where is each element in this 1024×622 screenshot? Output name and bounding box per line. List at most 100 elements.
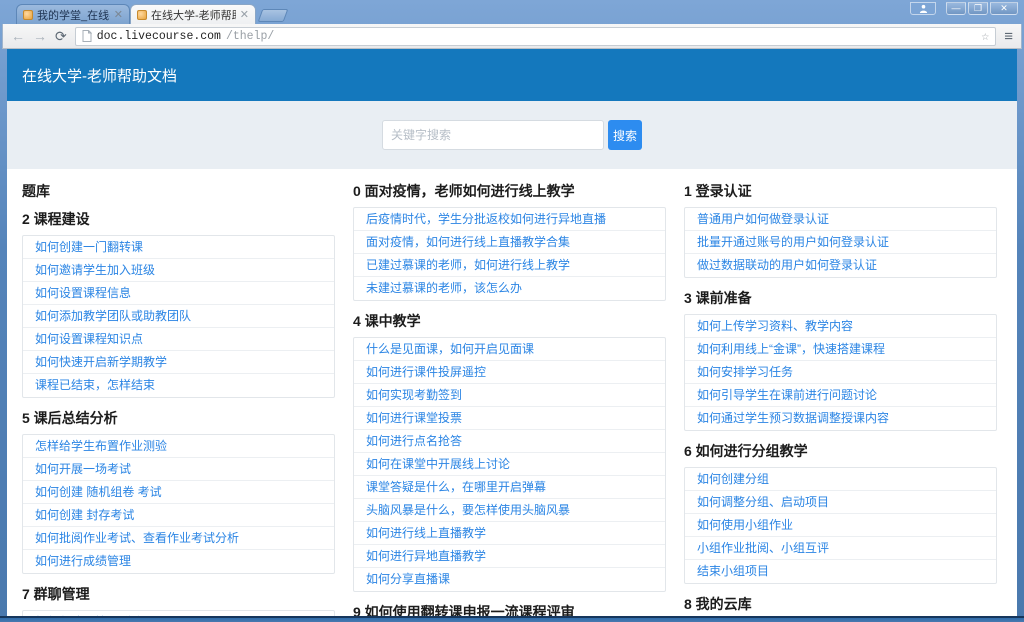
help-link-row[interactable]: 如何进行课件投屏遥控: [354, 361, 665, 384]
help-link[interactable]: 如何上传学习资料、教学内容: [697, 319, 853, 333]
help-link-row[interactable]: 已建过慕课的老师，如何进行线上教学: [354, 254, 665, 277]
help-link[interactable]: 已建过慕课的老师，如何进行线上教学: [366, 258, 570, 272]
help-link[interactable]: 如何调整分组、启动项目: [697, 495, 829, 509]
help-link[interactable]: 怎样给学生布置作业测验: [35, 439, 167, 453]
help-link[interactable]: 如何创建分组: [697, 472, 769, 486]
tab-close-icon[interactable]: ✕: [240, 10, 249, 20]
help-link[interactable]: 如何通过学生预习数据调整授课内容: [697, 411, 889, 425]
maximize-button[interactable]: ❐: [968, 2, 988, 15]
help-link[interactable]: 如何创建 随机组卷 考试: [35, 485, 162, 499]
help-link-row[interactable]: 如何调整分组、启动项目: [685, 491, 996, 514]
help-link[interactable]: 后疫情时代，学生分批返校如何进行异地直播: [366, 212, 606, 226]
help-link-row[interactable]: 未建过慕课的老师，该怎么办: [354, 277, 665, 300]
help-link-row[interactable]: 如何设置课程信息: [23, 282, 334, 305]
help-link-row[interactable]: 面对疫情，如何进行线上直播教学合集: [354, 231, 665, 254]
help-link-row[interactable]: 如何进行成绩管理: [23, 550, 334, 573]
help-link[interactable]: 普通用户如何做登录认证: [697, 212, 829, 226]
help-link[interactable]: 什么是见面课，如何开启见面课: [366, 342, 534, 356]
help-link[interactable]: 批量开通过账号的用户如何登录认证: [697, 235, 889, 249]
search-button[interactable]: 搜索: [608, 120, 642, 150]
help-link-row[interactable]: 如何设置课程知识点: [23, 328, 334, 351]
help-link-row[interactable]: 如何分享直播课: [354, 568, 665, 591]
help-link-row[interactable]: 什么是见面课，如何开启见面课: [354, 338, 665, 361]
help-link-row[interactable]: 如何快速开启新学期教学: [23, 351, 334, 374]
forward-icon[interactable]: →: [33, 29, 47, 43]
minimize-button[interactable]: —: [946, 2, 966, 15]
help-link[interactable]: 做过数据联动的用户如何登录认证: [697, 258, 877, 272]
help-link-row[interactable]: 如何进行异地直播教学: [354, 545, 665, 568]
search-input[interactable]: [382, 120, 604, 150]
help-link[interactable]: 如何引导学生在课前进行问题讨论: [697, 388, 877, 402]
help-link[interactable]: 如何实现考勤签到: [366, 388, 462, 402]
help-link[interactable]: 如何使用小组作业: [697, 518, 793, 532]
help-link-row[interactable]: 如何安排学习任务: [685, 361, 996, 384]
help-link-row[interactable]: 如何使用小组作业: [685, 514, 996, 537]
help-link-row[interactable]: 如何进行课堂投票: [354, 407, 665, 430]
help-link-row[interactable]: 如何在课堂中开展线上讨论: [354, 453, 665, 476]
help-link-row[interactable]: 结束小组项目: [685, 560, 996, 583]
search-section: 搜索: [7, 101, 1017, 169]
help-link-row[interactable]: 如何上传学习资料、教学内容: [685, 315, 996, 338]
help-link-row[interactable]: 课程已结束，怎样结束: [23, 374, 334, 397]
help-link-row[interactable]: 如何开展一场考试: [23, 458, 334, 481]
back-icon[interactable]: ←: [11, 29, 25, 43]
help-link[interactable]: 如何进行异地直播教学: [366, 549, 486, 563]
help-link-row[interactable]: 如何通过学生预习数据调整授课内容: [685, 407, 996, 430]
help-link[interactable]: 如何进行课堂投票: [366, 411, 462, 425]
help-link-row[interactable]: 如何创建分组: [685, 468, 996, 491]
new-tab-button[interactable]: [258, 9, 289, 22]
tab-my-classroom[interactable]: 我的学堂_在线学堂_智慧 ✕: [16, 4, 130, 24]
help-link[interactable]: 如何进行线上直播教学: [366, 526, 486, 540]
help-link[interactable]: 如何创建一门翻转课: [35, 240, 143, 254]
help-link[interactable]: 未建过慕课的老师，该怎么办: [366, 281, 522, 295]
help-link-row[interactable]: 如何批阅作业考试、查看作业考试分析: [23, 527, 334, 550]
help-link[interactable]: 如何进行成绩管理: [35, 554, 131, 568]
help-link[interactable]: 课堂答疑是什么，在哪里开启弹幕: [366, 480, 546, 494]
url-bar[interactable]: doc.livecourse.com/thelp/ ☆: [75, 27, 997, 46]
help-link[interactable]: 如何快速开启新学期教学: [35, 355, 167, 369]
help-link[interactable]: 如何分享直播课: [366, 572, 450, 586]
help-link[interactable]: 课程已结束，怎样结束: [35, 378, 155, 392]
help-link[interactable]: 如何在课堂中开展线上讨论: [366, 457, 510, 471]
help-link-row[interactable]: 批量开通过账号的用户如何登录认证: [685, 231, 996, 254]
help-link-row[interactable]: 如何利用线上“金课”，快速搭建课程: [685, 338, 996, 361]
help-link-row[interactable]: 如何引导学生在课前进行问题讨论: [685, 384, 996, 407]
help-link[interactable]: 面对疫情，如何进行线上直播教学合集: [366, 235, 570, 249]
help-link-row[interactable]: 做过数据联动的用户如何登录认证: [685, 254, 996, 277]
help-link[interactable]: 如何邀请学生加入班级: [35, 263, 155, 277]
help-link[interactable]: 如何设置课程知识点: [35, 332, 143, 346]
bookmark-star-icon[interactable]: ☆: [981, 30, 989, 43]
help-link[interactable]: 如何批阅作业考试、查看作业考试分析: [35, 531, 239, 545]
tab-close-icon[interactable]: ✕: [114, 10, 123, 20]
help-link[interactable]: 如何创建 封存考试: [35, 508, 134, 522]
help-link[interactable]: 头脑风暴是什么，要怎样使用头脑风暴: [366, 503, 570, 517]
help-link-row[interactable]: 头脑风暴是什么，要怎样使用头脑风暴: [354, 499, 665, 522]
help-link[interactable]: 结束小组项目: [697, 564, 769, 578]
menu-icon[interactable]: ≡: [1004, 29, 1013, 44]
help-link-row[interactable]: 如何进行点名抢答: [354, 430, 665, 453]
help-link[interactable]: 如何添加教学团队或助教团队: [35, 309, 191, 323]
help-link-row[interactable]: 课堂答疑是什么，在哪里开启弹幕: [354, 476, 665, 499]
close-button[interactable]: ✕: [990, 2, 1018, 15]
help-link-row[interactable]: 如何添加教学团队或助教团队: [23, 305, 334, 328]
tab-help-doc[interactable]: 在线大学-老师帮助文档 ✕: [130, 4, 256, 24]
help-link[interactable]: 如何进行点名抢答: [366, 434, 462, 448]
help-link[interactable]: 如何进行课件投屏遥控: [366, 365, 486, 379]
help-link-row[interactable]: 如何进行线上直播教学: [354, 522, 665, 545]
help-link-row[interactable]: 如何创建一门翻转课: [23, 236, 334, 259]
help-link-row[interactable]: 如何创建 封存考试: [23, 504, 334, 527]
help-link[interactable]: 如何设置课程信息: [35, 286, 131, 300]
help-link[interactable]: 如何开展一场考试: [35, 462, 131, 476]
help-link[interactable]: 如何利用线上“金课”，快速搭建课程: [697, 342, 885, 356]
help-link-row[interactable]: 如何实现考勤签到: [354, 384, 665, 407]
help-link-row[interactable]: 后疫情时代，学生分批返校如何进行异地直播: [354, 208, 665, 231]
help-link-row[interactable]: 如何创建 随机组卷 考试: [23, 481, 334, 504]
profile-icon[interactable]: [910, 2, 936, 15]
help-link-row[interactable]: 怎样给学生布置作业测验: [23, 435, 334, 458]
help-link-row[interactable]: 如何邀请学生加入班级: [23, 259, 334, 282]
help-link-row[interactable]: 普通用户如何做登录认证: [685, 208, 996, 231]
help-link[interactable]: 小组作业批阅、小组互评: [697, 541, 829, 555]
refresh-icon[interactable]: ⟳: [55, 29, 67, 43]
help-link-row[interactable]: 小组作业批阅、小组互评: [685, 537, 996, 560]
help-link[interactable]: 如何安排学习任务: [697, 365, 793, 379]
